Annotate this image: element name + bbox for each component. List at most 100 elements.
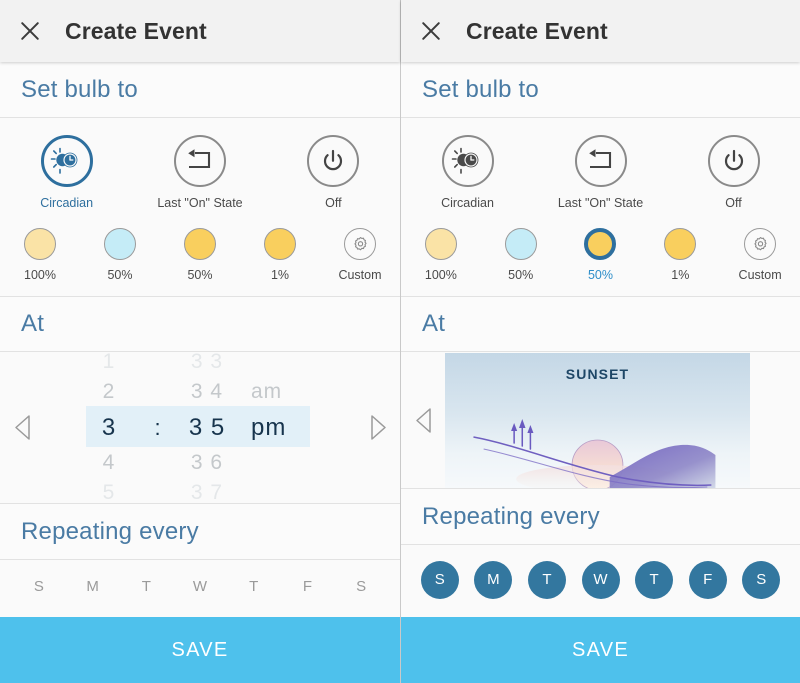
- day-tue[interactable]: T: [119, 576, 173, 598]
- weekday-row: S M T W T F S: [401, 545, 800, 617]
- day-label: S: [33, 578, 44, 595]
- day-label: W: [192, 578, 208, 595]
- time-separator-column: . . : . .: [145, 353, 171, 503]
- day-fri[interactable]: F: [681, 561, 735, 599]
- swatch-label: 100%: [424, 268, 457, 282]
- day-fri[interactable]: F: [281, 576, 335, 598]
- day-label: F: [688, 561, 727, 599]
- day-wed[interactable]: W: [574, 561, 628, 599]
- day-mon[interactable]: M: [467, 561, 521, 599]
- swatch-dot: [664, 228, 697, 260]
- chevron-right-icon: [370, 415, 386, 440]
- mode-last-on-state[interactable]: Last "On" State: [133, 135, 266, 210]
- mode-last-on-state-label: Last "On" State: [157, 196, 243, 210]
- bulb-mode-row: Circadian Last "On" State Off: [401, 118, 800, 216]
- swatch-label: 100%: [24, 268, 56, 282]
- swatch-label: 50%: [587, 268, 613, 282]
- swatch-dot: [184, 228, 216, 260]
- swatch-label: Custom: [338, 268, 382, 282]
- day-sat[interactable]: S: [334, 576, 388, 598]
- minute-cell: 3 4: [190, 380, 224, 403]
- power-off-icon: [724, 149, 743, 171]
- circadian-ring: [441, 135, 494, 187]
- day-label: T: [141, 578, 151, 595]
- dual-screenshot-container: Create Event Set bulb to Circadian Last …: [0, 0, 800, 683]
- mode-off[interactable]: Off: [667, 135, 800, 210]
- day-wed[interactable]: W: [173, 576, 227, 598]
- sunset-card[interactable]: SUNSET: [445, 352, 750, 488]
- power-off-icon: [324, 149, 343, 171]
- day-thu[interactable]: T: [627, 561, 681, 599]
- minute-cell: 3 7: [190, 481, 224, 504]
- day-label: M: [86, 578, 99, 595]
- minute-cell: 3 3: [190, 350, 224, 373]
- time-picker: 1 2 3 4 5 . . : . . 3 3: [0, 350, 400, 504]
- day-sat[interactable]: S: [734, 561, 788, 599]
- mode-off-label: Off: [725, 196, 742, 210]
- meridiem-cell: am: [251, 380, 283, 403]
- day-label: T: [635, 561, 674, 599]
- save-button[interactable]: SAVE: [0, 617, 400, 683]
- mode-last-on-state[interactable]: Last "On" State: [534, 135, 667, 210]
- mode-circadian[interactable]: Circadian: [401, 135, 534, 210]
- meridiem-cell: .: [251, 347, 258, 377]
- close-icon[interactable]: [418, 18, 444, 44]
- last-on-state-ring: [173, 135, 226, 187]
- circadian-icon: [451, 147, 478, 174]
- swatch-50-cool[interactable]: 50%: [481, 228, 561, 282]
- day-sun[interactable]: S: [413, 561, 467, 599]
- brightness-swatch-row: 100% 50% 50% 1% Custom: [401, 216, 800, 296]
- gear-icon: [754, 236, 767, 250]
- spacer-cell: .: [155, 383, 162, 413]
- page-title: Create Event: [466, 17, 608, 44]
- day-tue[interactable]: T: [520, 561, 574, 599]
- power-off-ring: [307, 135, 360, 187]
- swatch-50-cool[interactable]: 50%: [80, 228, 160, 282]
- swatch-1[interactable]: 1%: [640, 228, 720, 282]
- time-picker-next-button[interactable]: [356, 414, 400, 441]
- section-header-set-bulb-to: Set bulb to: [401, 62, 800, 118]
- swatch-dot: [504, 228, 537, 260]
- swatch-100[interactable]: 100%: [401, 228, 481, 282]
- swatch-50-warm[interactable]: 50%: [160, 228, 240, 282]
- day-label: S: [742, 561, 781, 599]
- sunset-prev-button[interactable]: [401, 407, 445, 434]
- hour-cell: 1: [102, 350, 116, 373]
- swatch-custom[interactable]: Custom: [720, 228, 800, 282]
- mode-circadian[interactable]: Circadian: [0, 135, 133, 210]
- meridiem-cell: .: [251, 448, 258, 478]
- time-picker-prev-button[interactable]: [0, 414, 44, 441]
- mode-off[interactable]: Off: [267, 135, 400, 210]
- meridiem-column[interactable]: . am pm . .: [243, 347, 327, 508]
- day-label: F: [302, 578, 313, 595]
- section-header-set-bulb-to: Set bulb to: [0, 62, 400, 118]
- day-label: W: [581, 561, 620, 599]
- gear-circle: [344, 228, 376, 260]
- swatch-100[interactable]: 100%: [0, 228, 80, 282]
- create-event-screen-left: Create Event Set bulb to Circadian Last …: [0, 0, 400, 683]
- section-header-at: At: [401, 296, 800, 352]
- create-event-screen-right: Create Event Set bulb to Circadian Last …: [400, 0, 800, 683]
- minute-column[interactable]: 3 3 3 4 3 5 3 6 3 7: [171, 347, 243, 508]
- sunset-landscape-illustration: [473, 418, 716, 488]
- section-header-repeating-every: Repeating every: [401, 489, 800, 545]
- hour-cell: 5: [102, 481, 116, 504]
- mode-last-on-state-label: Last "On" State: [557, 196, 644, 210]
- swatch-1[interactable]: 1%: [240, 228, 320, 282]
- brightness-swatch-row: 100% 50% 50% 1% Custom: [0, 216, 400, 296]
- swatch-50-warm[interactable]: 50%: [561, 228, 641, 282]
- day-thu[interactable]: T: [227, 576, 281, 598]
- mode-off-label: Off: [325, 196, 342, 210]
- hour-column[interactable]: 1 2 3 4 5: [73, 347, 145, 508]
- swatch-custom[interactable]: Custom: [320, 228, 400, 282]
- day-sun[interactable]: S: [12, 576, 66, 598]
- gear-circle: [744, 228, 777, 260]
- day-mon[interactable]: M: [66, 576, 120, 598]
- last-on-state-icon: [188, 149, 211, 169]
- swatch-label: 50%: [187, 268, 213, 282]
- close-icon[interactable]: [17, 18, 43, 44]
- day-label: S: [420, 561, 459, 599]
- swatch-dot: [24, 228, 56, 260]
- minute-cell: 3 6: [190, 451, 224, 474]
- save-button[interactable]: SAVE: [401, 617, 800, 683]
